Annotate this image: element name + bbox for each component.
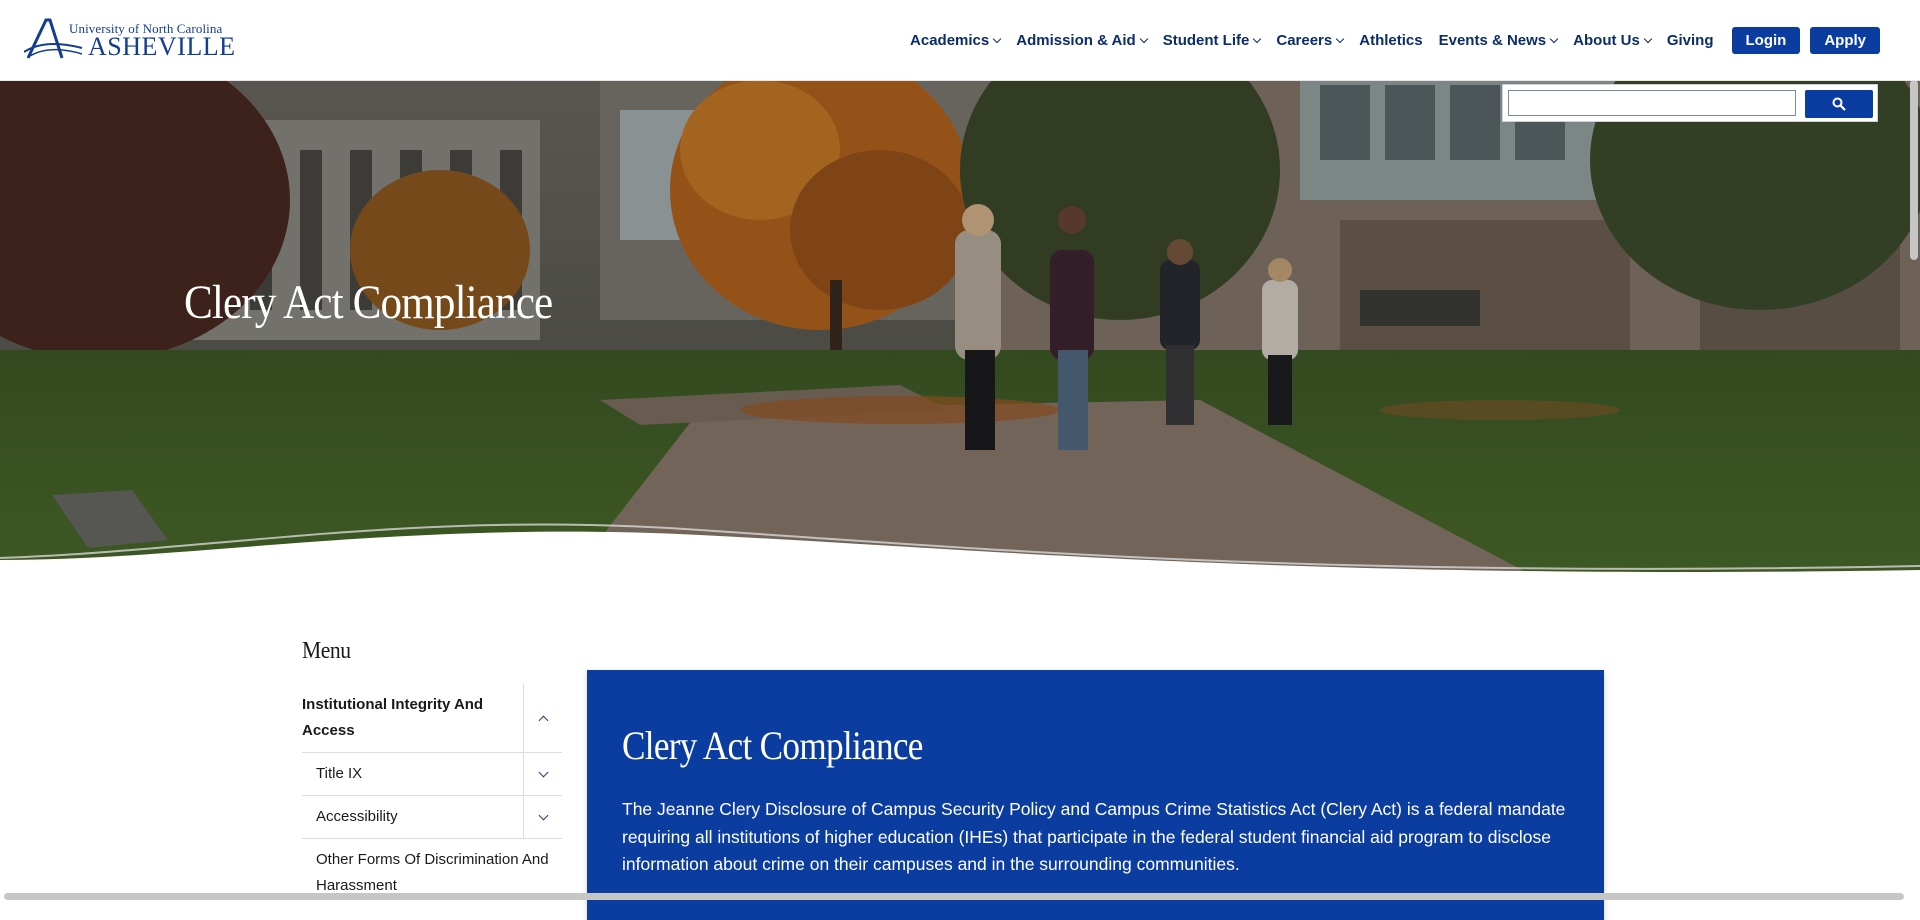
nav-label: Careers [1276, 31, 1333, 49]
sidebar-item-label[interactable]: Accessibility [302, 796, 523, 838]
chevron-up-icon [538, 715, 548, 725]
site-search [1502, 84, 1878, 122]
logo-asheville-text: ASHEVILLE [88, 32, 236, 61]
nav-athletics[interactable]: Athletics [1351, 32, 1430, 49]
vertical-scrollbar[interactable] [1910, 80, 1918, 260]
search-input[interactable] [1508, 90, 1796, 116]
hero-title: Clery Act Compliance [184, 276, 553, 329]
nav-label: About Us [1573, 31, 1640, 49]
chevron-down-icon [538, 767, 548, 777]
chevron-down-icon [1336, 34, 1345, 43]
hero-banner: Clery Act Compliance [0, 80, 1920, 590]
content-card: Clery Act Compliance The Jeanne Clery Di… [587, 670, 1604, 920]
nav-label: Student Life [1162, 31, 1250, 49]
nav-events-news[interactable]: Events & News [1431, 32, 1566, 49]
chevron-down-icon [1643, 34, 1653, 43]
main-nav: Academics Admission & Aid Student Life C… [902, 0, 1880, 80]
unca-logo[interactable]: University of North Carolina ASHEVILLE [24, 18, 236, 62]
search-icon [1832, 97, 1846, 111]
chevron-down-icon [1139, 34, 1148, 43]
nav-student-life[interactable]: Student Life [1155, 32, 1269, 49]
hero-campus-photo [0, 80, 1920, 590]
nav-label: Admission & Aid [1016, 31, 1136, 49]
nav-label: Giving [1666, 31, 1714, 49]
content-title: Clery Act Compliance [622, 723, 923, 768]
chevron-down-icon [992, 34, 1002, 43]
nav-giving[interactable]: Giving [1659, 32, 1722, 49]
expand-toggle[interactable] [523, 796, 562, 838]
sidebar-item-label[interactable]: Title IX [302, 753, 523, 795]
sidebar-item-institutional-integrity: Institutional Integrity And Access [302, 684, 562, 753]
search-button[interactable] [1805, 90, 1873, 118]
sidebar-item-label[interactable]: Institutional Integrity And Access [302, 684, 523, 752]
site-header: University of North Carolina ASHEVILLE A… [0, 0, 1920, 81]
apply-button[interactable]: Apply [1810, 26, 1880, 54]
horizontal-scrollbar[interactable] [4, 893, 1904, 900]
content-body: The Jeanne Clery Disclosure of Campus Se… [622, 799, 1566, 874]
nav-label: Athletics [1359, 31, 1423, 49]
sidebar-item-title-ix: Title IX [302, 753, 562, 796]
nav-careers[interactable]: Careers [1268, 32, 1351, 49]
chevron-down-icon [1253, 34, 1262, 43]
nav-label: Academics [910, 31, 990, 49]
expand-toggle[interactable] [523, 753, 562, 795]
sidebar-menu-title: Menu [302, 638, 351, 664]
sidebar-item-accessibility: Accessibility [302, 796, 562, 839]
sidebar-menu: Institutional Integrity And Access Title… [302, 684, 562, 907]
nav-label: Events & News [1438, 31, 1547, 49]
chevron-down-icon [538, 810, 548, 820]
collapse-toggle[interactable] [523, 684, 562, 752]
nav-admission-aid[interactable]: Admission & Aid [1008, 32, 1154, 49]
chevron-down-icon [1549, 34, 1559, 43]
login-button[interactable]: Login [1731, 26, 1801, 54]
nav-academics[interactable]: Academics [902, 32, 1008, 49]
nav-about-us[interactable]: About Us [1565, 32, 1659, 49]
